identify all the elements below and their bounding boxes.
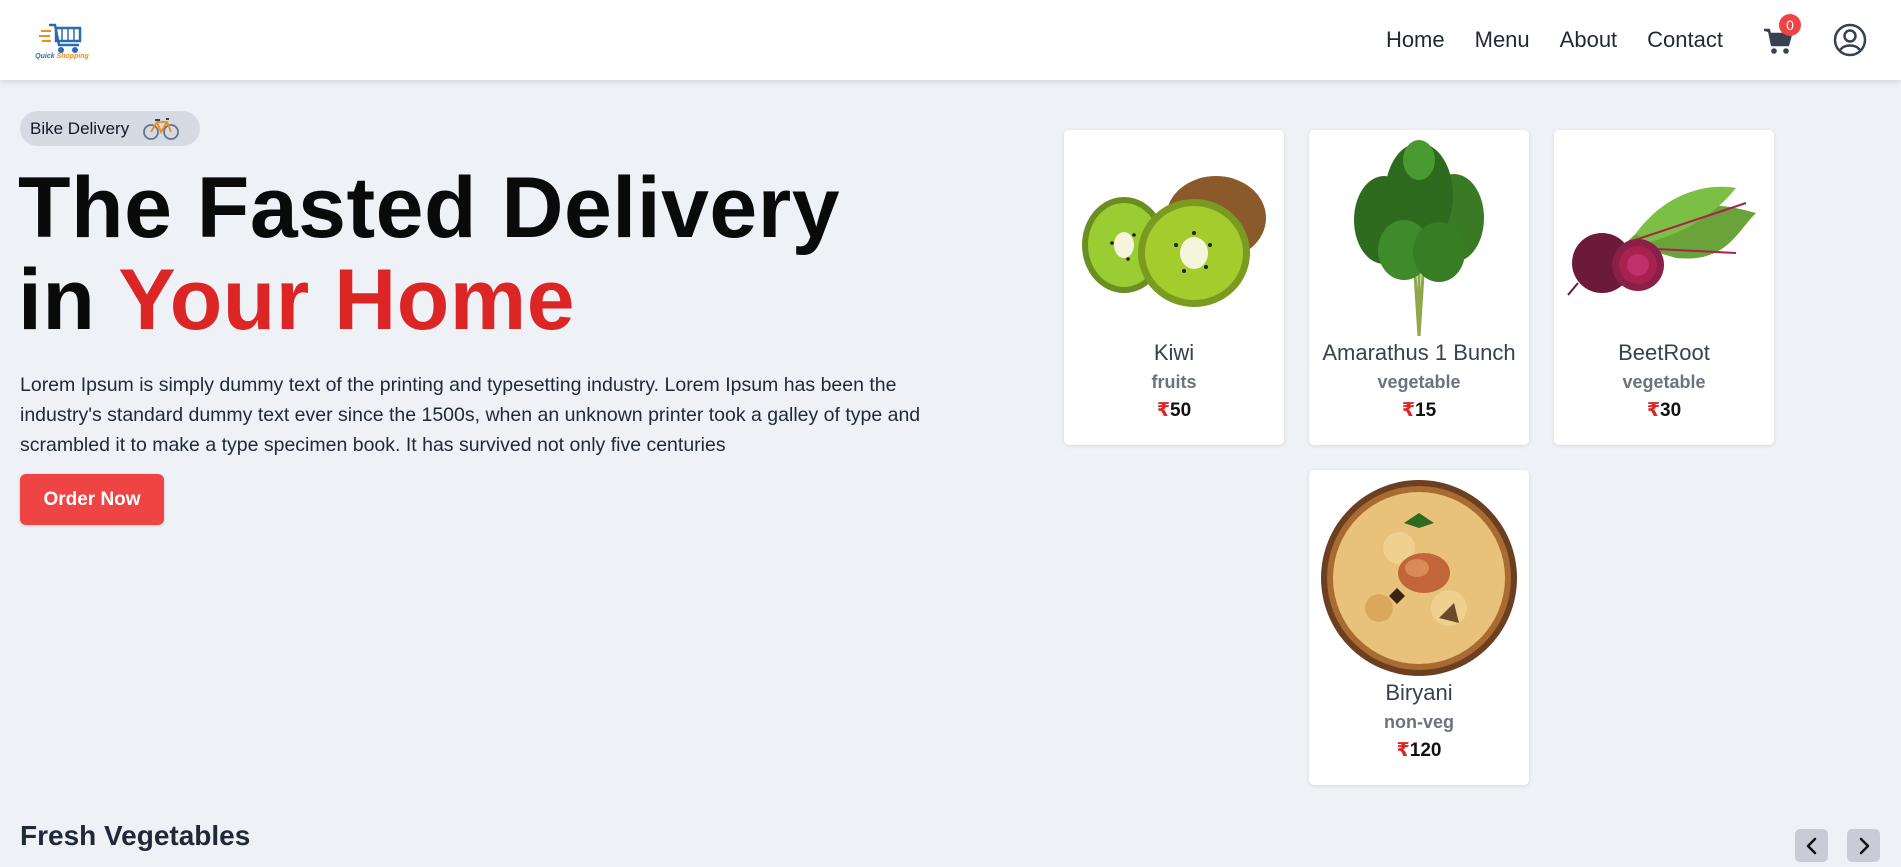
- product-name: Amarathus 1 Bunch: [1322, 340, 1516, 365]
- headline-in: in: [18, 252, 119, 348]
- nav-home[interactable]: Home: [1386, 27, 1445, 53]
- biryani-image: [1319, 478, 1519, 678]
- badge-label: Bike Delivery: [30, 118, 130, 138]
- amarathus-image: [1319, 138, 1519, 338]
- product-card-amarathus[interactable]: Amarathus 1 Bunch vegetable ₹15: [1309, 130, 1529, 445]
- rupee-icon: ₹: [1156, 400, 1171, 421]
- section-title: Fresh Vegetables: [20, 820, 251, 851]
- product-category: vegetable: [1377, 372, 1461, 392]
- product-price: ₹30: [1646, 400, 1682, 421]
- scroll-right-button[interactable]: [1847, 829, 1880, 862]
- headline-accent: Your Home: [118, 252, 576, 348]
- hero-headline: The Fasted Delivery in Your Home: [18, 162, 840, 346]
- nav-contact[interactable]: Contact: [1647, 27, 1723, 53]
- shopping-cart-logo-icon: [39, 23, 82, 53]
- user-avatar-icon: [1833, 23, 1867, 57]
- product-name: Biryani: [1385, 680, 1453, 705]
- user-profile-button[interactable]: [1833, 23, 1867, 57]
- product-name: BeetRoot: [1618, 340, 1710, 365]
- main-nav: Home Menu About Contact 0: [1356, 14, 1867, 57]
- nav-about[interactable]: About: [1560, 27, 1618, 53]
- product-price: ₹50: [1156, 400, 1192, 421]
- bicycle-icon: [143, 117, 180, 140]
- header: Quick Shopping Home Menu About Contact 0: [0, 0, 1901, 80]
- headline-line-2: in Your Home: [18, 254, 840, 346]
- cart-count-badge: 0: [1779, 14, 1801, 36]
- rupee-icon: ₹: [1396, 740, 1410, 761]
- product-price: ₹15: [1401, 400, 1437, 421]
- logo-text: Quick Shopping: [35, 52, 89, 60]
- chevron-right-icon: [1859, 837, 1869, 854]
- cart-button[interactable]: 0: [1763, 14, 1801, 56]
- order-now-button[interactable]: Order Now: [20, 474, 164, 525]
- rupee-icon: ₹: [1646, 400, 1661, 421]
- logo[interactable]: Quick Shopping: [34, 21, 90, 60]
- hero-description: Lorem Ipsum is simply dummy text of the …: [20, 374, 921, 456]
- headline-line-1: The Fasted Delivery: [18, 160, 841, 256]
- product-price: ₹120: [1396, 740, 1442, 761]
- nav-menu[interactable]: Menu: [1475, 27, 1530, 53]
- chevron-left-icon: [1806, 837, 1816, 854]
- product-category: non-veg: [1384, 712, 1454, 732]
- product-category: fruits: [1151, 372, 1197, 392]
- product-category: vegetable: [1622, 372, 1706, 392]
- product-card-kiwi[interactable]: Kiwi fruits ₹50: [1064, 130, 1284, 445]
- bike-delivery-badge: Bike Delivery: [20, 111, 200, 146]
- product-card-biryani[interactable]: Biryani non-veg ₹120: [1309, 470, 1529, 785]
- product-name: Kiwi: [1153, 340, 1195, 365]
- beetroot-image: [1564, 138, 1764, 338]
- product-card-beetroot[interactable]: BeetRoot vegetable ₹30: [1554, 130, 1774, 445]
- rupee-icon: ₹: [1401, 400, 1416, 421]
- scroll-left-button[interactable]: [1795, 829, 1828, 862]
- kiwi-image: [1074, 138, 1274, 338]
